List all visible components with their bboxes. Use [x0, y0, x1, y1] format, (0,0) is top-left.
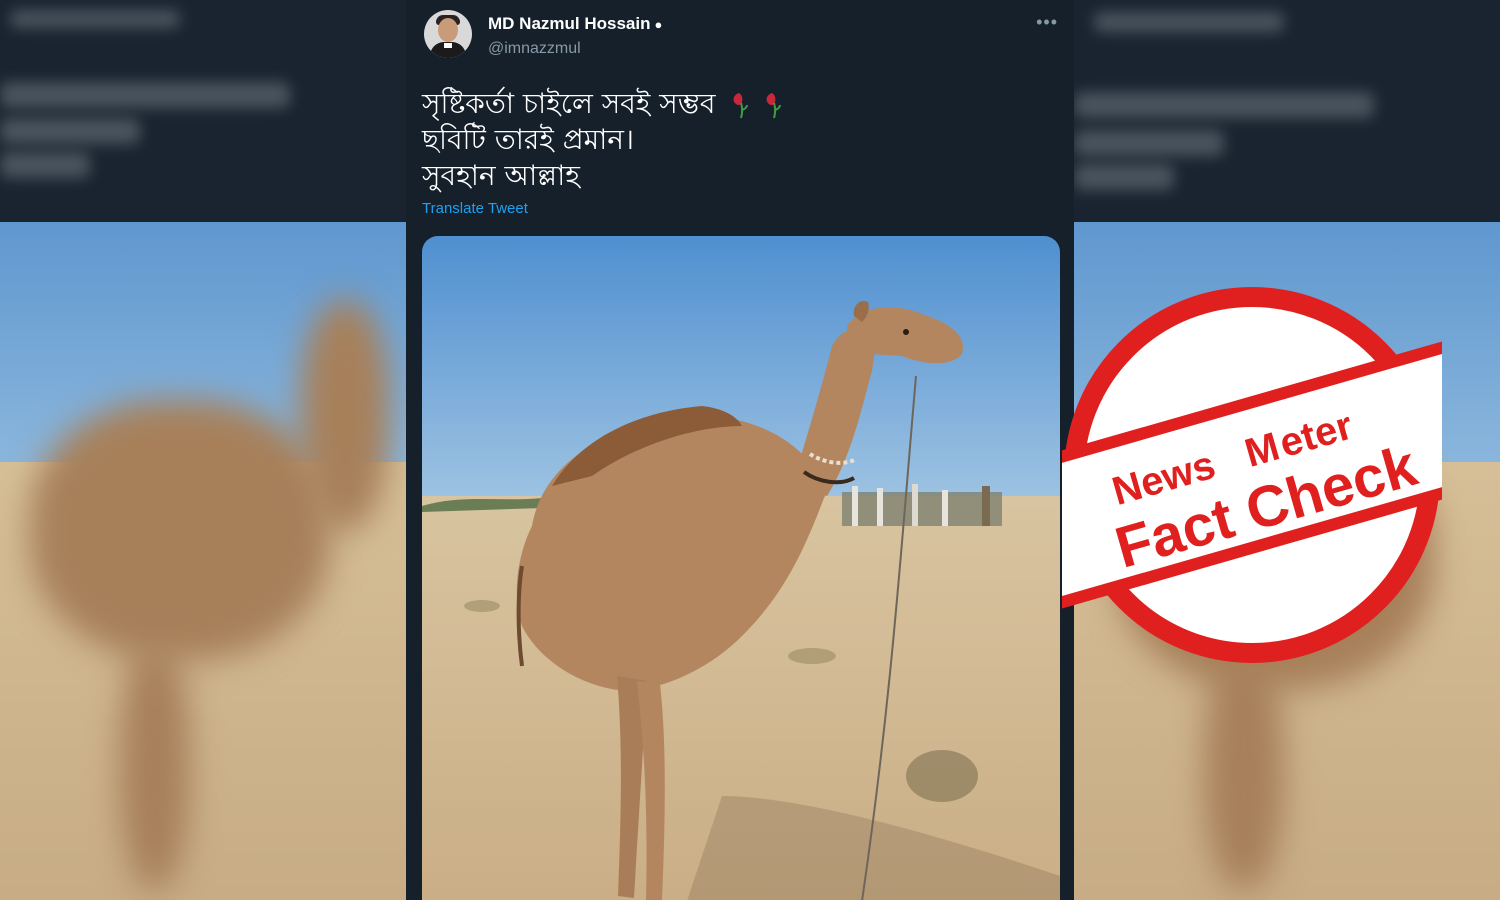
avatar[interactable]: [424, 10, 472, 58]
fact-check-stamp: News M eter Fact Check: [1062, 287, 1442, 663]
tweet-text-line-2: ছবিটি তারই প্রমান।: [422, 123, 635, 156]
tweet-image[interactable]: [422, 236, 1060, 900]
author-name[interactable]: MD Nazmul Hossain ●: [488, 14, 662, 34]
tweet-text-line-1: সৃষ্টিকর্তা চাইলে সবই সম্ভব: [422, 86, 782, 122]
wilted-flower-icon: [733, 93, 749, 119]
tweet-text-line-1-text: সৃষ্টিকর্তা চাইলে সবই সম্ভব: [422, 87, 716, 120]
author-name-text[interactable]: MD Nazmul Hossain: [488, 14, 650, 33]
wilted-flower-icon: [766, 93, 782, 119]
translate-tweet-link[interactable]: Translate Tweet: [422, 200, 528, 217]
apple-icon: ●: [654, 17, 663, 32]
blurred-background-left: [0, 0, 406, 900]
camel-photo: [422, 236, 1060, 900]
more-icon[interactable]: •••: [1036, 12, 1058, 33]
author-handle[interactable]: @imnazzmul: [488, 40, 581, 58]
tweet-card: MD Nazmul Hossain ● @imnazzmul ••• সৃষ্টি…: [406, 0, 1074, 900]
tweet-text-line-3: সুবহান আল্লাহ: [422, 159, 580, 192]
